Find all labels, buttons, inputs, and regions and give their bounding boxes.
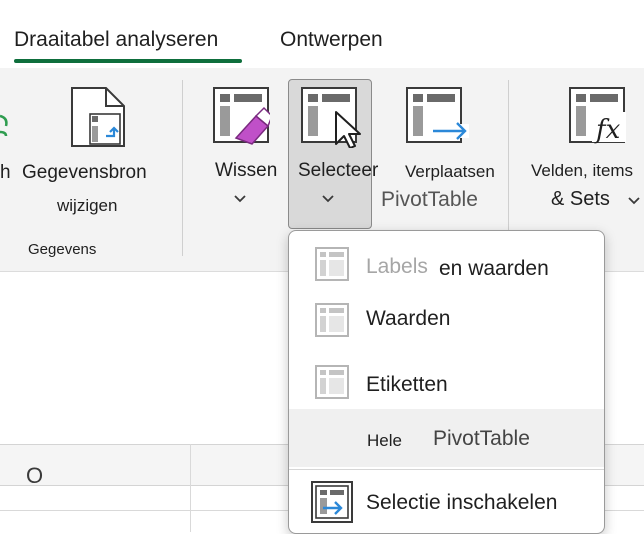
selecteer-label[interactable]: Selecteer — [298, 160, 378, 182]
change-data-source-icon[interactable] — [70, 86, 126, 153]
wijzigen-label[interactable]: wijzigen — [57, 196, 117, 216]
svg-text:fx: fx — [594, 115, 621, 145]
ribbon-separator — [182, 80, 183, 256]
menu-item-etiketten[interactable]: Etiketten — [289, 359, 604, 411]
eraser-icon[interactable] — [212, 86, 273, 151]
enable-selection-icon — [311, 481, 353, 523]
active-tab-indicator — [14, 59, 242, 63]
menu-item-label: PivotTable — [433, 427, 530, 450]
menu-item-labels-en-waarden[interactable]: Labels en waarden — [289, 239, 604, 291]
select-pivot-icon — [300, 86, 366, 153]
table-values-icon — [315, 303, 349, 337]
tab-ontwerpen[interactable]: Ontwerpen — [280, 28, 383, 52]
menu-item-label: Waarden — [366, 307, 451, 330]
velden-label[interactable]: Velden, items — [531, 161, 633, 181]
menu-item-hele-pivottable[interactable]: Hele PivotTable — [289, 409, 604, 467]
menu-item-label: en waarden — [439, 257, 549, 280]
ribbon-partial-label: h — [0, 162, 11, 183]
chevron-down-icon[interactable] — [321, 194, 335, 204]
refresh-icon[interactable] — [0, 110, 10, 145]
wissen-label[interactable]: Wissen — [215, 160, 277, 182]
chevron-down-icon[interactable] — [627, 196, 641, 206]
pivottable-label[interactable]: PivotTable — [381, 188, 478, 212]
fields-items-sets-icon[interactable]: fx — [568, 86, 630, 153]
grid-line — [190, 444, 191, 532]
menu-item-label-disabled: Labels — [366, 255, 428, 278]
gegevensbron-label[interactable]: Gegevensbron — [22, 162, 147, 184]
menu-item-label: Hele — [367, 431, 402, 450]
ribbon-tab-bar: Draaitabel analyseren Ontwerpen — [0, 0, 644, 69]
menu-item-selectie-inschakelen[interactable]: Selectie inschakelen — [289, 477, 604, 529]
menu-item-waarden[interactable]: Waarden — [289, 295, 604, 347]
table-labels-icon — [315, 365, 349, 399]
column-header-o[interactable]: O — [26, 463, 43, 489]
group-label-gegevens: Gegevens — [28, 241, 97, 258]
verplaatsen-label[interactable]: Verplaatsen — [405, 162, 495, 182]
menu-divider — [289, 469, 604, 470]
menu-item-label: Etiketten — [366, 373, 448, 396]
chevron-down-icon[interactable] — [233, 194, 247, 204]
menu-item-label: Selectie inschakelen — [366, 491, 558, 514]
sets-label[interactable]: & Sets — [551, 188, 610, 211]
tab-draaitabel-analyseren[interactable]: Draaitabel analyseren — [14, 28, 218, 52]
selecteer-dropdown-menu: Labels en waarden Waarden Etiketten Hele… — [288, 230, 605, 534]
table-select-icon — [315, 247, 349, 281]
move-pivot-icon[interactable] — [405, 86, 471, 153]
